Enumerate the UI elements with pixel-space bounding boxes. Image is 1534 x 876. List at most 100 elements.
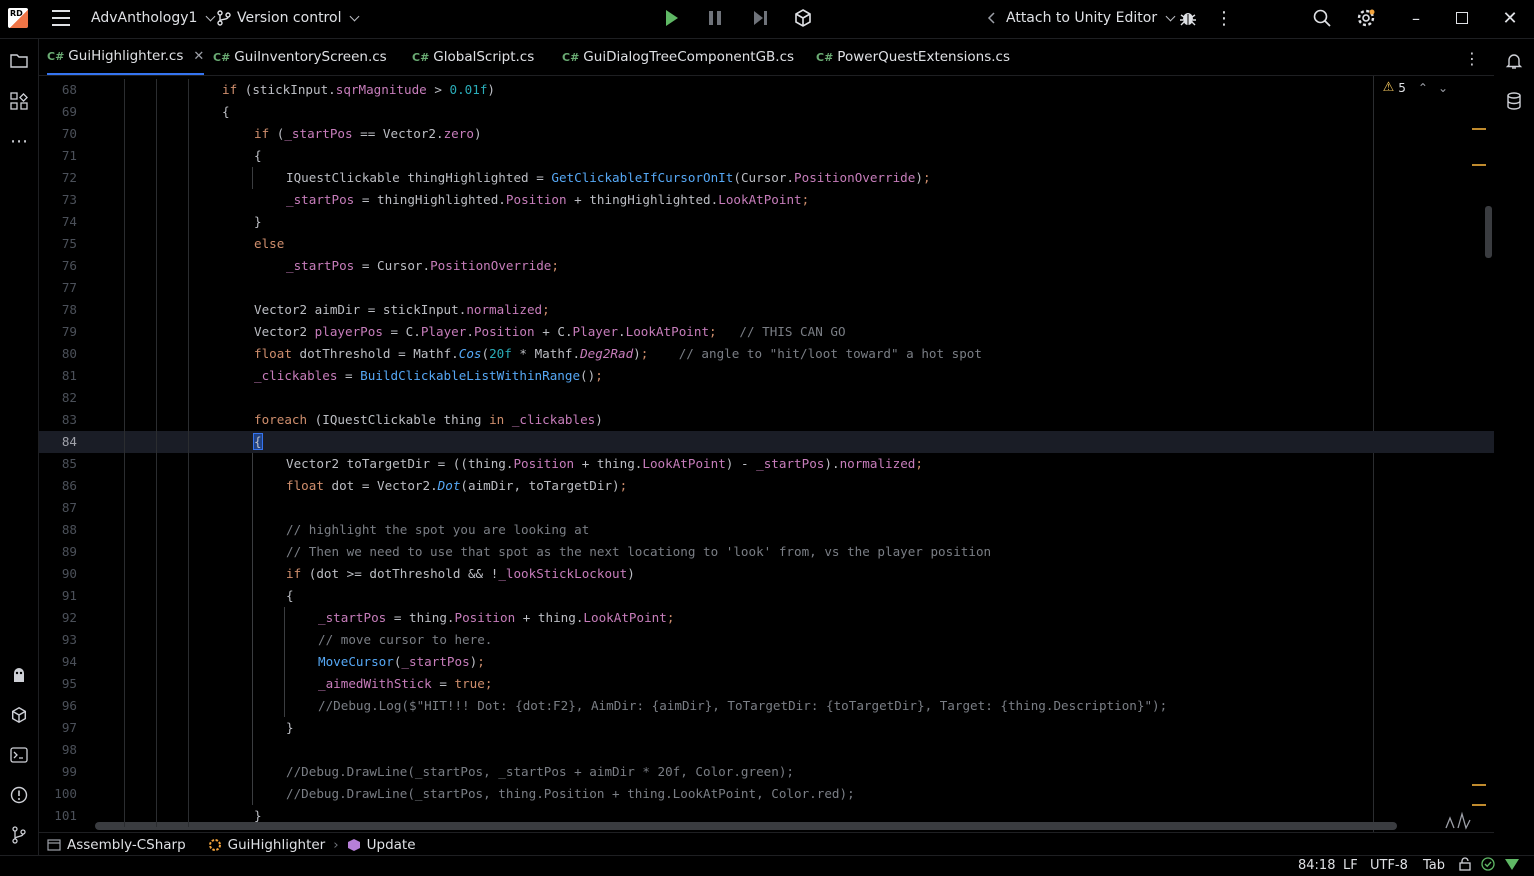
line-number[interactable]: 72 (39, 167, 77, 189)
tab-guihighlighter[interactable]: C# GuiHighlighter.cs ✕ (47, 39, 205, 75)
line-number[interactable]: 97 (39, 717, 77, 739)
line-number[interactable]: 69 (39, 101, 77, 123)
line-number[interactable]: 94 (39, 651, 77, 673)
search-button[interactable] (1312, 8, 1332, 28)
lock-icon[interactable] (1458, 857, 1472, 875)
code-text[interactable]: MoveCursor(_startPos); (318, 651, 485, 673)
more-tools-icon[interactable]: ⋯ (9, 131, 29, 152)
line-number[interactable]: 99 (39, 761, 77, 783)
code-line[interactable]: 75 else (39, 233, 1494, 255)
line-number[interactable]: 71 (39, 145, 77, 167)
code-text[interactable]: Vector2 toTargetDir = ((thing.Position +… (286, 453, 923, 475)
line-number[interactable]: 96 (39, 695, 77, 717)
code-line[interactable]: 86 float dot = Vector2.Dot(aimDir, toTarg… (39, 475, 1494, 497)
line-number[interactable]: 74 (39, 211, 77, 233)
code-text[interactable]: if (_startPos == Vector2.zero) (254, 123, 482, 145)
code-line[interactable]: 101} (39, 805, 1494, 827)
folder-icon[interactable] (9, 51, 29, 71)
code-line[interactable]: 84 { (39, 431, 1494, 453)
line-number[interactable]: 81 (39, 365, 77, 387)
code-line[interactable]: 78 Vector2 aimDir = stickInput.normalized… (39, 299, 1494, 321)
code-text[interactable]: Vector2 playerPos = C.Player.Position + … (254, 321, 846, 343)
code-line[interactable]: 74} (39, 211, 1494, 233)
main-menu-icon[interactable] (52, 10, 70, 26)
line-number[interactable]: 70 (39, 123, 77, 145)
more-actions-icon[interactable]: ⋮ (1214, 8, 1234, 29)
code-line[interactable]: 85 Vector2 toTargetDir = ((thing.Position… (39, 453, 1494, 475)
database-icon[interactable] (1504, 91, 1524, 111)
code-text[interactable]: else (254, 233, 284, 255)
line-number[interactable]: 101 (39, 805, 77, 827)
code-line[interactable]: 83 foreach (IQuestClickable thing in _cli… (39, 409, 1494, 431)
code-text[interactable]: _clickables = BuildClickableListWithinRa… (254, 365, 603, 387)
code-text[interactable]: _startPos = thing.Position + thing.LookA… (318, 607, 674, 629)
code-line[interactable]: 68 if (stickInput.sqrMagnitude > 0.01f) (39, 79, 1494, 101)
line-number[interactable]: 93 (39, 629, 77, 651)
notifications-icon[interactable] (1504, 51, 1524, 71)
vcs-selector[interactable]: Version control (217, 0, 360, 36)
code-text[interactable]: // Then we need to use that spot as the … (286, 541, 991, 563)
file-encoding[interactable]: UTF-8 (1370, 858, 1408, 873)
code-text[interactable]: { (222, 101, 230, 123)
code-line[interactable]: 79 Vector2 playerPos = C.Player.Position … (39, 321, 1494, 343)
code-line[interactable]: 94 MoveCursor(_startPos); (39, 651, 1494, 673)
code-line[interactable]: 87 (39, 497, 1494, 519)
line-number[interactable]: 87 (39, 497, 77, 519)
line-number[interactable]: 86 (39, 475, 77, 497)
line-number[interactable]: 79 (39, 321, 77, 343)
attach-unity-button[interactable]: Attach to Unity Editor (986, 0, 1176, 36)
line-number[interactable]: 92 (39, 607, 77, 629)
code-text[interactable]: IQuestClickable thingHighlighted = GetCl… (286, 167, 931, 189)
code-text[interactable]: float dot = Vector2.Dot(aimDir, toTarget… (286, 475, 627, 497)
tab-guiinventoryscreen[interactable]: C# GuiInventoryScreen.cs (213, 39, 387, 75)
code-text[interactable]: //Debug.DrawLine(_startPos, _startPos + … (286, 761, 794, 783)
line-number[interactable]: 76 (39, 255, 77, 277)
code-line[interactable]: 81 _clickables = BuildClickableListWithin… (39, 365, 1494, 387)
line-number[interactable]: 83 (39, 409, 77, 431)
code-text[interactable]: if (stickInput.sqrMagnitude > 0.01f) (222, 79, 495, 101)
code-line[interactable]: 76 _startPos = Cursor.PositionOverride; (39, 255, 1494, 277)
line-ending[interactable]: LF (1343, 858, 1358, 873)
code-text[interactable]: } (286, 717, 294, 739)
code-text[interactable]: } (254, 211, 262, 233)
code-line[interactable]: 93 // move cursor to here. (39, 629, 1494, 651)
code-line[interactable]: 89 // Then we need to use that spot as th… (39, 541, 1494, 563)
code-text[interactable]: { (254, 145, 262, 167)
code-line[interactable]: 69 { (39, 101, 1494, 123)
line-number[interactable]: 80 (39, 343, 77, 365)
code-line[interactable]: 92 _startPos = thing.Position + thing.Loo… (39, 607, 1494, 629)
line-number[interactable]: 85 (39, 453, 77, 475)
code-line[interactable]: 82 (39, 387, 1494, 409)
check-icon[interactable] (1481, 857, 1495, 875)
code-text[interactable]: { (286, 585, 294, 607)
git-icon[interactable] (9, 825, 29, 845)
code-text[interactable]: Vector2 aimDir = stickInput.normalized; (254, 299, 550, 321)
code-line[interactable]: 90 if (dot >= dotThreshold && !_lookStick… (39, 563, 1494, 585)
line-number[interactable]: 100 (39, 783, 77, 805)
code-text[interactable]: _aimedWithStick = true; (318, 673, 492, 695)
step-button[interactable] (750, 8, 770, 28)
close-icon[interactable]: ✕ (1500, 8, 1520, 29)
line-number[interactable]: 75 (39, 233, 77, 255)
code-text[interactable]: //Debug.DrawLine(_startPos, thing.Positi… (286, 783, 855, 805)
code-text[interactable]: } (254, 805, 262, 827)
code-text[interactable]: _startPos = thingHighlighted.Position + … (286, 189, 809, 211)
caret-position[interactable]: 84:18 (1298, 858, 1335, 873)
tab-globalscript[interactable]: C# GlobalScript.cs (412, 39, 534, 75)
code-text[interactable]: foreach (IQuestClickable thing in _click… (254, 409, 603, 431)
line-number[interactable]: 73 (39, 189, 77, 211)
rider-logo[interactable]: RD (8, 8, 28, 28)
maximize-icon[interactable] (1452, 8, 1472, 28)
tab-guidialogtreecomponentgb[interactable]: C# GuiDialogTreeComponentGB.cs (562, 39, 794, 75)
code-line[interactable]: 71 { (39, 145, 1494, 167)
code-line[interactable]: 98 (39, 739, 1494, 761)
line-number[interactable]: 78 (39, 299, 77, 321)
line-number[interactable]: 77 (39, 277, 77, 299)
indent-setting[interactable]: Tab (1423, 858, 1445, 873)
code-line[interactable]: 97} (39, 717, 1494, 739)
tab-menu-icon[interactable]: ⋮ (1464, 49, 1480, 68)
project-selector[interactable]: AdvAnthology1 (91, 0, 216, 36)
code-line[interactable]: 100 //Debug.DrawLine(_startPos, thing.Pos… (39, 783, 1494, 805)
unity-button[interactable] (793, 8, 813, 28)
close-tab-icon[interactable]: ✕ (193, 49, 204, 64)
